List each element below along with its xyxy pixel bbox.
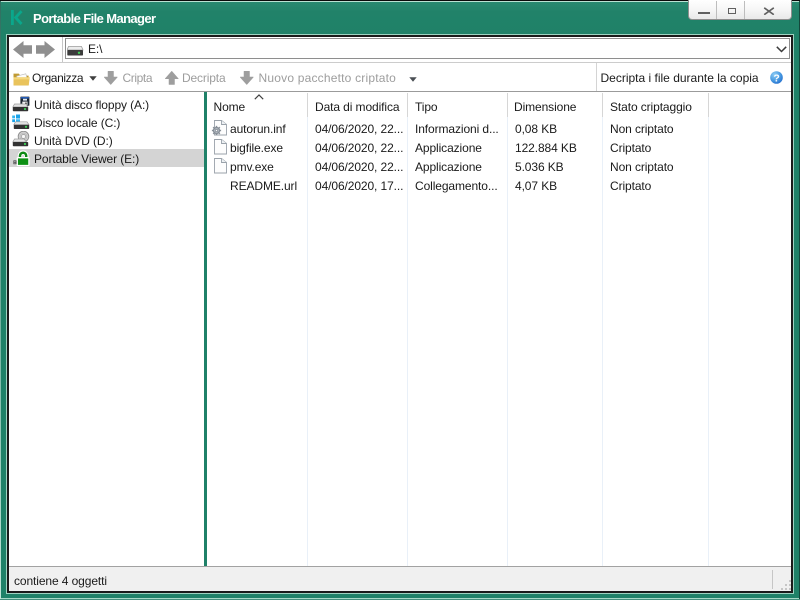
svg-text:?: ? xyxy=(773,72,779,84)
